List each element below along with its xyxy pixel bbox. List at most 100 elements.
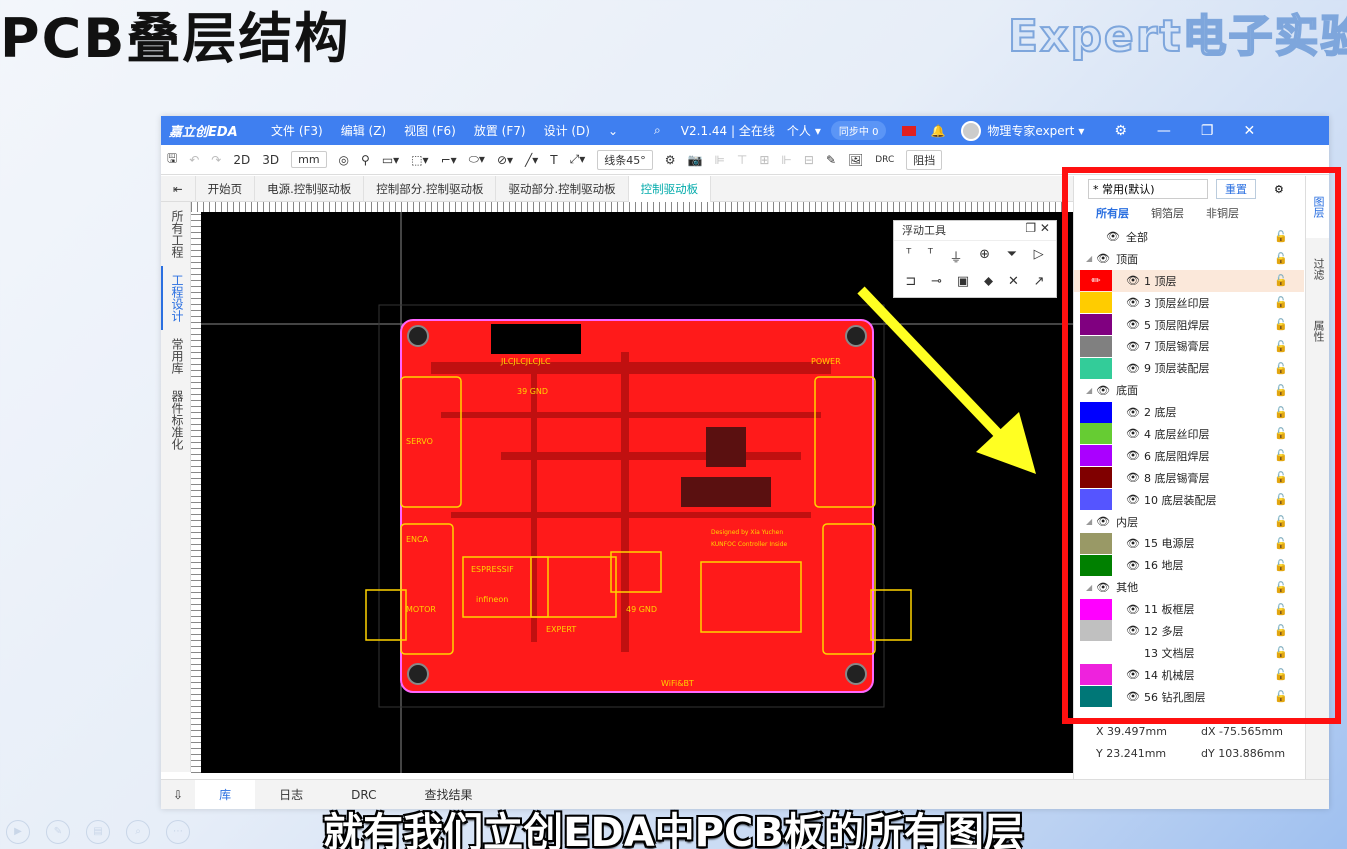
block-select[interactable]: 阻挡 [906, 149, 943, 170]
watermark: Expert电子实验 [1007, 10, 1347, 63]
tab-power[interactable]: 电源.控制驱动板 [255, 175, 365, 202]
close-icon[interactable]: ✕ [1243, 123, 1255, 139]
unit-select[interactable]: mm [291, 151, 327, 168]
select-area-icon[interactable]: ⬚▾ [411, 153, 428, 167]
yellow-arrow [857, 286, 1036, 474]
line-icon[interactable]: ╱▾ [525, 153, 538, 167]
menu-view[interactable]: 视图 (F6) [404, 122, 456, 139]
ground-icon[interactable]: ⏚ [950, 247, 963, 266]
china-flag-icon[interactable] [902, 125, 917, 136]
probe-icon[interactable]: ⚲ [361, 153, 370, 167]
search-icon[interactable]: ⌕ [654, 123, 661, 138]
via-icon[interactable]: ◎ [339, 153, 349, 167]
sidebar-item-common-lib[interactable]: 常用库 [161, 330, 191, 382]
board-label-designer: Designed by Xia Yuchen [711, 529, 783, 536]
camera-icon[interactable]: 📷 [688, 153, 703, 167]
play-icon[interactable]: ▶ [6, 820, 30, 844]
tab-start[interactable]: 开始页 [196, 175, 256, 202]
align-center-icon[interactable]: ⊞ [759, 153, 769, 167]
sidebar-item-project-design[interactable]: 工程设计 [161, 266, 191, 330]
save-icon[interactable]: 🖫 [167, 149, 177, 170]
distribute-icon[interactable]: ⊟ [804, 153, 814, 167]
personal-dropdown-icon[interactable]: ▾ [815, 124, 821, 138]
pen-icon[interactable]: ✎ [46, 820, 70, 844]
sidebar-item-standardize[interactable]: 器件标准化 [161, 382, 191, 458]
tab-drive[interactable]: 驱动部分.控制驱动板 [496, 175, 629, 202]
title-bar: 嘉立创EDA 文件 (F3) 编辑 (Z) 视图 (F6) 放置 (F7) 设计… [161, 116, 1329, 145]
drc-button[interactable]: DRC [875, 155, 894, 165]
zoom-icon[interactable]: ⌕ [126, 820, 150, 844]
earth-icon[interactable]: ⊕ [979, 247, 990, 266]
gear-icon[interactable]: ⚙ [1114, 123, 1127, 139]
pcb-board [400, 319, 874, 693]
tab-board[interactable]: 控制驱动板 [628, 175, 712, 202]
board-label-power: POWER [811, 357, 841, 366]
ruler-left [191, 212, 201, 773]
text-icon[interactable]: T [550, 153, 557, 167]
left-sidebar: 所有工程 工程设计 常用库 器件标准化 [161, 202, 191, 772]
more-menu-icon[interactable]: ⌄ [608, 124, 618, 138]
vcc2-icon[interactable]: ᵀ [928, 247, 933, 266]
board-label-servo: SERVO [406, 437, 433, 446]
undo-icon[interactable]: ↶ [189, 153, 199, 167]
coord-y: Y 23.241mm [1096, 747, 1167, 760]
slide-title: PCB叠层结构 [0, 7, 351, 70]
line-mode-select[interactable]: 线条45° [597, 149, 653, 170]
dimension-icon[interactable]: ⤢▾ [570, 152, 586, 167]
align-top-icon[interactable]: ⊤ [737, 153, 747, 167]
restore-icon[interactable]: ❐ [1201, 123, 1214, 139]
more-icon[interactable]: ⋯ [166, 820, 190, 844]
bell-icon[interactable]: 🔔 [930, 124, 945, 138]
avatar[interactable] [961, 120, 982, 141]
personal-menu[interactable]: 个人 [787, 122, 811, 139]
user-name[interactable]: 物理专家expert [987, 122, 1074, 139]
netlabel-icon[interactable]: ⊸ [931, 274, 942, 289]
sidebar-item-all-projects[interactable]: 所有工程 [161, 202, 191, 266]
menu-design[interactable]: 设计 (D) [544, 122, 590, 139]
board-label-kunfoc: KUNFOC Controller Inside [711, 541, 788, 548]
app-logo: 嘉立创EDA [169, 125, 238, 140]
menu-edit[interactable]: 编辑 (Z) [341, 122, 386, 139]
rect-icon[interactable]: ▭▾ [382, 153, 399, 167]
wire-icon[interactable]: ↗ [1034, 274, 1045, 289]
highlight-box [1062, 167, 1341, 724]
polygon-icon[interactable]: ⌐▾ [441, 153, 457, 167]
sync-button[interactable]: 同步中 0 [830, 121, 887, 140]
port-icon[interactable]: ▷ [1034, 247, 1044, 266]
align-left-icon[interactable]: ⊫ [714, 153, 724, 167]
menu-place[interactable]: 放置 (F7) [474, 122, 526, 139]
board-label-espressif: ESPRESSIF [471, 565, 514, 574]
coord-x: X 39.497mm [1096, 725, 1167, 738]
ground-arrow-icon[interactable]: ⏷ [1007, 247, 1017, 266]
coord-dy: dY 103.886mm [1201, 747, 1286, 760]
board-label-gnd39: 39 GND [517, 387, 548, 396]
tab-control[interactable]: 控制部分.控制驱动板 [364, 175, 497, 202]
netport-icon[interactable]: ⊐ [905, 274, 916, 289]
floating-tool-panel: 浮动工具 ❐ ✕ ᵀ ᵀ ⏚ ⊕ ⏷ ▷ ⊐ ⊸ ▣ ⬥ ✕ ↗ [893, 220, 1057, 298]
bus-icon[interactable]: ⬥ [984, 274, 993, 289]
forbid-icon[interactable]: ⊘▾ [497, 153, 513, 167]
menu-file[interactable]: 文件 (F3) [271, 122, 323, 139]
ellipse-icon[interactable]: ⬭▾ [469, 152, 485, 167]
align-right-icon[interactable]: ⊩ [781, 153, 791, 167]
vcc-icon[interactable]: ᵀ [906, 247, 911, 266]
coord-dx: dX -75.565mm [1201, 725, 1283, 738]
close-icon[interactable]: ❐ ✕ [1025, 221, 1050, 235]
settings-icon[interactable]: ⚙ [665, 153, 676, 167]
view-2d-button[interactable]: 2D [233, 153, 250, 167]
redo-icon[interactable]: ↷ [211, 153, 221, 167]
user-dropdown-icon[interactable]: ▾ [1078, 124, 1084, 138]
measure-icon[interactable]: ✎ [826, 153, 836, 167]
player-controls: ▶ ✎ ▤ ⌕ ⋯ [6, 820, 206, 844]
board-label-wifi: WiFi&BT [661, 679, 694, 688]
slides-icon[interactable]: ▤ [86, 820, 110, 844]
ruler-top [191, 202, 1073, 212]
netflag-icon[interactable]: ▣ [957, 274, 969, 289]
noconnect-icon[interactable]: ✕ [1008, 274, 1019, 289]
view-3d-button[interactable]: 3D [262, 153, 279, 167]
minimize-icon[interactable]: — [1157, 123, 1171, 139]
pin-icon[interactable]: ⇤ [161, 175, 196, 202]
board-label-jlc: JLCJLCJLCJLC [500, 357, 551, 366]
image-icon[interactable]: 🖼 [848, 153, 863, 167]
version-label: V2.1.44 | 全在线 [680, 124, 775, 138]
